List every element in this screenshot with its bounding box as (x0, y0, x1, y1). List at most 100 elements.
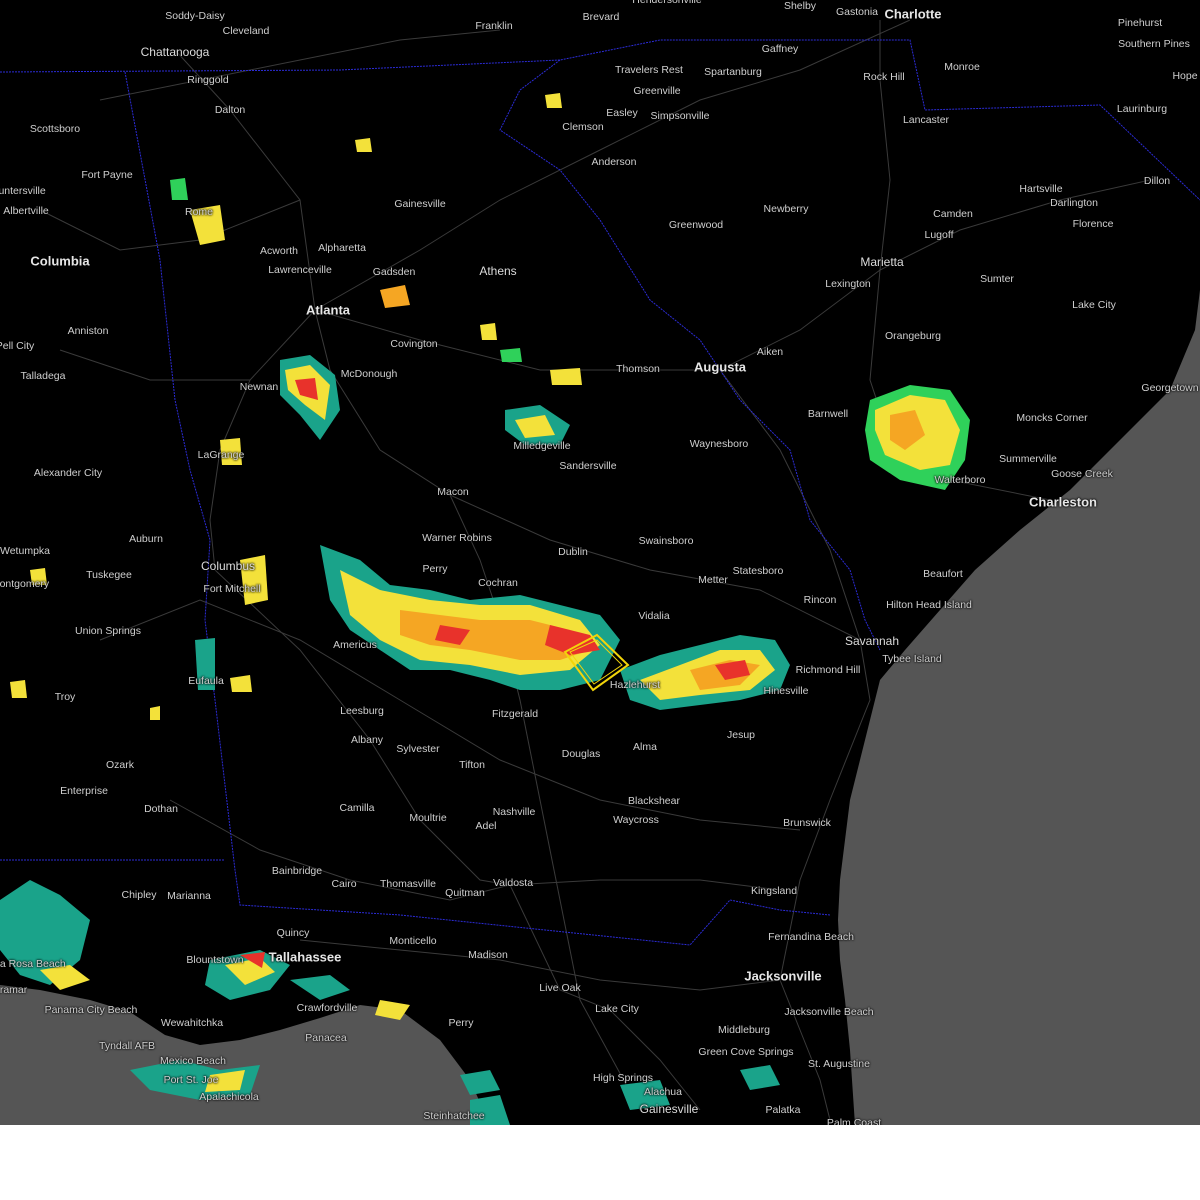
city-label: Live Oak (539, 982, 581, 994)
city-label: Augusta (694, 359, 746, 375)
city-label: Eufaula (188, 675, 224, 687)
city-label: Alma (633, 741, 657, 753)
map-canvas (0, 19, 1200, 1125)
city-label: Nashville (492, 806, 536, 818)
city-label: Enterprise (60, 785, 108, 797)
city-label: Lugoff (924, 229, 954, 241)
city-label: Dalton (214, 104, 246, 116)
city-label: Alpharetta (318, 242, 366, 254)
city-label: Milledgeville (513, 440, 571, 452)
city-label: Troy (54, 691, 76, 703)
city-label: Scottsboro (29, 123, 81, 135)
city-label: Columbus (200, 559, 256, 573)
city-label: Union Springs (75, 625, 141, 637)
city-label: Valdosta (492, 877, 534, 889)
city-label: Beaufort (923, 568, 963, 580)
city-label: Fernandina Beach (768, 931, 854, 943)
city-label: Camden (933, 208, 973, 220)
city-label: Ringgold (187, 74, 229, 86)
city-label: Alexander City (33, 467, 103, 479)
city-label: Moncks Corner (1016, 412, 1088, 424)
city-label: Alachua (644, 1086, 682, 1098)
city-label: Southern Pines (1118, 38, 1190, 50)
city-label: Crawfordville (296, 1002, 358, 1014)
city-label: Marietta (860, 255, 904, 269)
city-label: Statesboro (732, 565, 784, 577)
radar-echoes (0, 93, 970, 1125)
city-label: Panama City Beach (44, 1004, 138, 1016)
city-label: Easley (606, 107, 638, 119)
city-label: Madison (468, 949, 508, 961)
city-label: Georgetown (1141, 382, 1199, 394)
city-label: Santa Rosa Beach (0, 958, 66, 970)
city-label: Ozark (105, 759, 135, 771)
city-label: Charlotte (884, 6, 942, 22)
city-label: Newberry (763, 203, 809, 215)
city-label: Brunswick (783, 817, 831, 829)
city-label: Hartsville (1019, 183, 1063, 195)
city-label: High Springs (592, 1072, 654, 1084)
city-label: Warner Robins (422, 532, 492, 544)
city-label: Albany (350, 734, 384, 746)
city-label: Cochran (478, 577, 518, 589)
city-label: Tallahassee (268, 949, 342, 965)
city-label: Greenwood (668, 219, 724, 231)
city-label: Spartanburg (704, 66, 762, 78)
city-label: Brevard (582, 11, 620, 23)
city-label: Columbia (30, 253, 90, 269)
city-label: Douglas (561, 748, 601, 760)
city-label: Covington (390, 338, 438, 350)
city-label: Jacksonville Beach (784, 1006, 874, 1018)
city-label: Savannah (844, 634, 900, 648)
city-label: Bainbridge (271, 865, 323, 877)
city-label: Cleveland (222, 25, 270, 37)
city-label: Chipley (121, 889, 157, 901)
city-label: McDonough (340, 368, 398, 380)
city-label: Miramar (0, 984, 28, 996)
city-label: Fort Payne (81, 169, 133, 181)
city-label: Lake City (1072, 299, 1116, 311)
city-label: Green Cove Springs (698, 1046, 794, 1058)
city-label: Blackshear (628, 795, 680, 807)
city-label: Gainesville (639, 1102, 699, 1116)
city-label: Fitzgerald (491, 708, 539, 720)
city-label: Jacksonville (744, 968, 822, 984)
city-label: Lexington (825, 278, 871, 290)
city-label: Florence (1072, 218, 1114, 230)
city-label: Gaffney (761, 43, 799, 55)
city-label: Newnan (239, 381, 279, 393)
radar-map[interactable]: Soddy-Daisy Chattanooga Cleveland Ringgold F… (0, 0, 1200, 1125)
city-label: Travelers Rest (615, 64, 683, 76)
city-label: Summerville (999, 453, 1057, 465)
city-label: Thomasville (379, 878, 437, 890)
city-label: Metter (698, 574, 728, 586)
city-label: Richmond Hill (795, 664, 861, 676)
city-label: Barnwell (807, 408, 849, 420)
city-label: Tyndall AFB (98, 1040, 156, 1052)
city-label: Dublin (558, 546, 588, 558)
city-label: Leesburg (340, 705, 384, 717)
city-label: Lake City (595, 1003, 639, 1015)
city-label: Lawrenceville (268, 264, 332, 276)
city-label: Anniston (67, 325, 109, 337)
city-label: Apalachicola (199, 1091, 259, 1103)
city-label: Middleburg (718, 1024, 770, 1036)
city-label: Guntersville (0, 185, 46, 197)
city-label: Palatka (765, 1104, 801, 1116)
city-label: Wetumpka (0, 545, 50, 557)
city-label: Jesup (726, 729, 756, 741)
city-label: Darlington (1050, 197, 1098, 209)
city-label: Lancaster (902, 114, 950, 126)
city-label: Blountstown (186, 954, 244, 966)
city-label: Athens (479, 264, 517, 278)
city-label: Franklin (475, 20, 513, 32)
city-label: St. Augustine (808, 1058, 870, 1070)
city-label: Hope (1172, 70, 1198, 82)
city-label: Sylvester (396, 743, 440, 755)
city-label: Kingsland (750, 885, 798, 897)
city-label: Waycross (613, 814, 659, 826)
city-label: Dothan (144, 803, 178, 815)
city-label: Aiken (756, 346, 784, 358)
city-label: Moultrie (409, 812, 447, 824)
city-label: Rincon (803, 594, 837, 606)
